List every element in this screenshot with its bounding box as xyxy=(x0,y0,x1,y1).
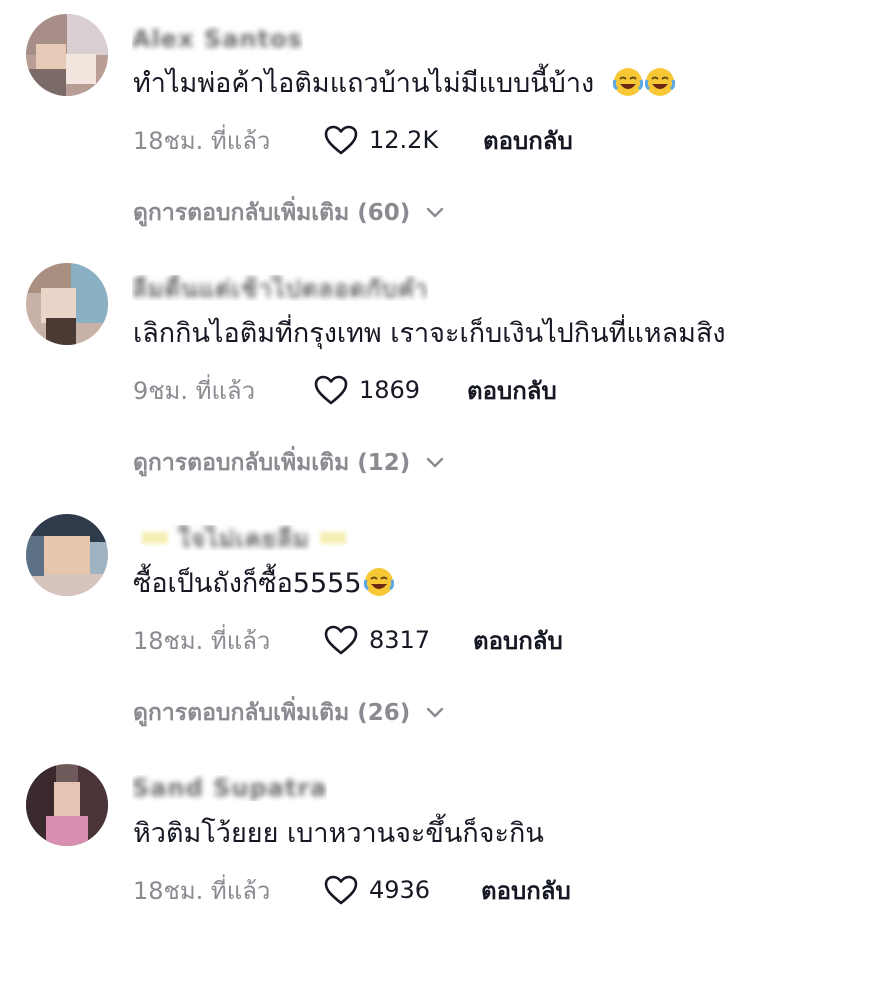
comment-item: ใจไม่เคยลืม ซื้อเป็นถังก็ซื้อ5555 18ชม. … xyxy=(0,500,876,750)
chevron-down-icon[interactable] xyxy=(426,457,444,469)
comment-text: ซื้อเป็นถังก็ซื้อ5555 xyxy=(133,567,394,601)
comment-text: ทำไมพ่อค้าไอติมแถวบ้านไม่มีแบบนี้บ้าง xyxy=(133,67,675,101)
comment-time: 18ชม. ที่แล้ว xyxy=(133,126,271,155)
face-with-tears-of-joy-icon xyxy=(612,68,643,96)
avatar[interactable] xyxy=(26,263,108,345)
like-count: 4936 xyxy=(369,876,431,904)
username-text[interactable]: ใจไม่เคยลืม xyxy=(178,525,310,551)
heart-outline-icon[interactable] xyxy=(313,374,349,406)
comment-text-content: ซื้อเป็นถังก็ซื้อ5555 xyxy=(133,568,362,599)
comment-meta: 18ชม. ที่แล้ว 4936 ตอบกลับ xyxy=(133,873,571,907)
face-with-tears-of-joy-icon xyxy=(644,68,675,96)
comment-meta: 18ชม. ที่แล้ว 12.2K ตอบกลับ xyxy=(133,123,573,157)
comment-time: 18ชม. ที่แล้ว xyxy=(133,876,271,905)
comment-item: Sand Supatra หิวติมโว้ยยย เบาหวานจะขึ้นก… xyxy=(0,750,876,1000)
view-more-replies-label[interactable]: ดูการตอบกลับเพิ่มเติม (26) xyxy=(133,695,410,731)
chevron-down-icon[interactable] xyxy=(426,207,444,219)
view-more-replies-label[interactable]: ดูการตอบกลับเพิ่มเติม (60) xyxy=(133,195,410,231)
comment-item: ลืมตื่นแต่เช้าไปตลอดกับคำ เลิกกินไอติมที… xyxy=(0,250,876,500)
reply-button[interactable]: ตอบกลับ xyxy=(473,621,563,660)
comment-text-content: ทำไมพ่อค้าไอติมแถวบ้านไม่มีแบบนี้บ้าง xyxy=(133,68,595,99)
comment-text-content: หิวติมโว้ยยย เบาหวานจะขึ้นก็จะกิน xyxy=(133,818,544,849)
avatar[interactable] xyxy=(26,764,108,846)
reply-button[interactable]: ตอบกลับ xyxy=(481,871,571,910)
avatar[interactable] xyxy=(26,514,108,596)
comment-username[interactable]: Alex Santos xyxy=(132,26,303,52)
reply-button[interactable]: ตอบกลับ xyxy=(467,371,557,410)
face-with-tears-of-joy-icon xyxy=(363,568,394,596)
avatar[interactable] xyxy=(26,14,108,96)
sparkle-icon xyxy=(142,532,168,544)
comment-time: 18ชม. ที่แล้ว xyxy=(133,626,271,655)
view-more-replies-label[interactable]: ดูการตอบกลับเพิ่มเติม (12) xyxy=(133,445,410,481)
like-button[interactable]: 12.2K xyxy=(323,124,483,156)
comment-time: 9ชม. ที่แล้ว xyxy=(133,376,256,405)
like-button[interactable]: 1869 xyxy=(313,374,467,406)
comment-username[interactable]: ลืมตื่นแต่เช้าไปตลอดกับคำ xyxy=(132,275,428,301)
like-button[interactable]: 4936 xyxy=(323,874,481,906)
chevron-down-icon[interactable] xyxy=(426,707,444,719)
comment-meta: 18ชม. ที่แล้ว 8317 ตอบกลับ xyxy=(133,623,563,657)
view-more-replies[interactable]: ดูการตอบกลับเพิ่มเติม (60) xyxy=(133,196,444,230)
comment-username[interactable]: ใจไม่เคยลืม xyxy=(132,525,356,551)
username-text[interactable]: Alex Santos xyxy=(132,26,303,52)
like-count: 1869 xyxy=(359,376,421,404)
sparkle-icon xyxy=(319,532,346,544)
like-count: 8317 xyxy=(369,626,431,654)
like-count: 12.2K xyxy=(369,126,439,154)
heart-outline-icon[interactable] xyxy=(323,874,359,906)
comment-text: หิวติมโว้ยยย เบาหวานจะขึ้นก็จะกิน xyxy=(133,817,544,851)
username-text[interactable]: ลืมตื่นแต่เช้าไปตลอดกับคำ xyxy=(132,275,428,301)
comment-username[interactable]: Sand Supatra xyxy=(132,775,327,801)
username-text[interactable]: Sand Supatra xyxy=(132,775,327,801)
reply-button[interactable]: ตอบกลับ xyxy=(483,121,573,160)
comment-text: เลิกกินไอติมที่กรุงเทพ เราจะเก็บเงินไปกิ… xyxy=(133,317,726,351)
heart-outline-icon[interactable] xyxy=(323,624,359,656)
view-more-replies[interactable]: ดูการตอบกลับเพิ่มเติม (26) xyxy=(133,696,444,730)
view-more-replies[interactable]: ดูการตอบกลับเพิ่มเติม (12) xyxy=(133,446,444,480)
comment-text-content: เลิกกินไอติมที่กรุงเทพ เราจะเก็บเงินไปกิ… xyxy=(133,318,726,349)
comment-item: Alex Santos ทำไมพ่อค้าไอติมแถวบ้านไม่มีแ… xyxy=(0,0,876,250)
heart-outline-icon[interactable] xyxy=(323,124,359,156)
like-button[interactable]: 8317 xyxy=(323,624,473,656)
comment-meta: 9ชม. ที่แล้ว 1869 ตอบกลับ xyxy=(133,373,557,407)
